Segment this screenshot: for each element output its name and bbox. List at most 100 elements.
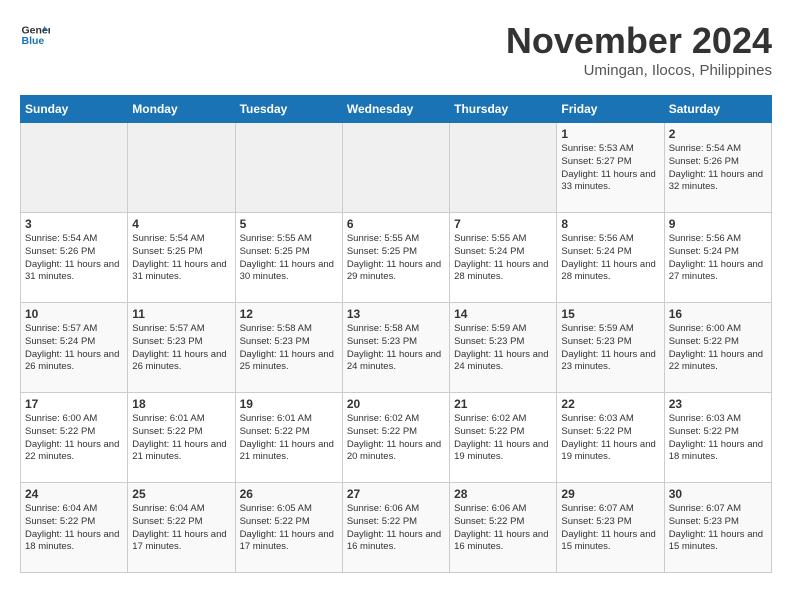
- calendar-cell: 3 Sunrise: 5:54 AMSunset: 5:26 PMDaylight…: [21, 213, 128, 303]
- calendar-week-row: 24Sunrise: 6:04 AMSunset: 5:22 PMDayligh…: [21, 483, 772, 573]
- cell-content: Sunrise: 5:55 AMSunset: 5:24 PMDaylight:…: [454, 233, 548, 282]
- calendar-cell: 4 Sunrise: 5:54 AMSunset: 5:25 PMDaylight…: [128, 213, 235, 303]
- day-number: 20: [347, 397, 445, 411]
- cell-content: Sunrise: 5:54 AMSunset: 5:25 PMDaylight:…: [132, 233, 226, 282]
- cell-content: Sunrise: 6:07 AMSunset: 5:23 PMDaylight:…: [669, 503, 763, 552]
- day-number: 15: [561, 307, 659, 321]
- day-number: 17: [25, 397, 123, 411]
- day-number: 6: [347, 217, 445, 231]
- cell-content: Sunrise: 6:01 AMSunset: 5:22 PMDaylight:…: [132, 413, 226, 462]
- day-number: 5: [240, 217, 338, 231]
- calendar-cell: 5 Sunrise: 5:55 AMSunset: 5:25 PMDaylight…: [235, 213, 342, 303]
- day-number: 27: [347, 487, 445, 501]
- calendar-cell: 12Sunrise: 5:58 AMSunset: 5:23 PMDayligh…: [235, 303, 342, 393]
- calendar-cell: 29 Sunrise: 6:07 AMSunset: 5:23 PMDayligh…: [557, 483, 664, 573]
- cell-content: Sunrise: 5:59 AMSunset: 5:23 PMDaylight:…: [454, 323, 548, 372]
- day-number: 26: [240, 487, 338, 501]
- day-number: 1: [561, 127, 659, 141]
- title-block: November 2024 Umingan, Ilocos, Philippin…: [506, 20, 772, 79]
- calendar-cell: 21 Sunrise: 6:02 AMSunset: 5:22 PMDayligh…: [450, 393, 557, 483]
- day-number: 3: [25, 217, 123, 231]
- calendar-cell: 8Sunrise: 5:56 AMSunset: 5:24 PMDaylight…: [557, 213, 664, 303]
- weekday-header: Sunday: [21, 96, 128, 123]
- cell-content: Sunrise: 5:55 AMSunset: 5:25 PMDaylight:…: [240, 233, 334, 282]
- day-number: 8: [561, 217, 659, 231]
- day-number: 19: [240, 397, 338, 411]
- logo: General Blue: [20, 20, 50, 50]
- calendar-cell: 9 Sunrise: 5:56 AMSunset: 5:24 PMDaylight…: [664, 213, 771, 303]
- calendar-cell: 26 Sunrise: 6:05 AMSunset: 5:22 PMDayligh…: [235, 483, 342, 573]
- calendar-cell: 2Sunrise: 5:54 AMSunset: 5:26 PMDaylight…: [664, 123, 771, 213]
- calendar-cell: [235, 123, 342, 213]
- calendar-cell: 14 Sunrise: 5:59 AMSunset: 5:23 PMDayligh…: [450, 303, 557, 393]
- cell-content: Sunrise: 5:54 AMSunset: 5:26 PMDaylight:…: [669, 143, 763, 192]
- day-number: 29: [561, 487, 659, 501]
- day-number: 21: [454, 397, 552, 411]
- calendar-cell: 18 Sunrise: 6:01 AMSunset: 5:22 PMDayligh…: [128, 393, 235, 483]
- calendar-cell: 7 Sunrise: 5:55 AMSunset: 5:24 PMDaylight…: [450, 213, 557, 303]
- calendar-cell: 20 Sunrise: 6:02 AMSunset: 5:22 PMDayligh…: [342, 393, 449, 483]
- weekday-header: Friday: [557, 96, 664, 123]
- cell-content: Sunrise: 6:06 AMSunset: 5:22 PMDaylight:…: [454, 503, 548, 552]
- calendar-cell: [128, 123, 235, 213]
- calendar-cell: [450, 123, 557, 213]
- calendar-cell: 10 Sunrise: 5:57 AMSunset: 5:24 PMDayligh…: [21, 303, 128, 393]
- calendar-cell: 16Sunrise: 6:00 AMSunset: 5:22 PMDayligh…: [664, 303, 771, 393]
- calendar-week-row: 10 Sunrise: 5:57 AMSunset: 5:24 PMDayligh…: [21, 303, 772, 393]
- day-number: 11: [132, 307, 230, 321]
- calendar-cell: [342, 123, 449, 213]
- cell-content: Sunrise: 5:53 AMSunset: 5:27 PMDaylight:…: [561, 143, 655, 192]
- cell-content: Sunrise: 5:56 AMSunset: 5:24 PMDaylight:…: [669, 233, 763, 282]
- calendar-week-row: 3 Sunrise: 5:54 AMSunset: 5:26 PMDaylight…: [21, 213, 772, 303]
- day-number: 13: [347, 307, 445, 321]
- calendar-cell: 17 Sunrise: 6:00 AMSunset: 5:22 PMDayligh…: [21, 393, 128, 483]
- cell-content: Sunrise: 5:54 AMSunset: 5:26 PMDaylight:…: [25, 233, 119, 282]
- calendar-cell: 24Sunrise: 6:04 AMSunset: 5:22 PMDayligh…: [21, 483, 128, 573]
- logo-icon: General Blue: [20, 20, 50, 50]
- weekday-header: Thursday: [450, 96, 557, 123]
- calendar-cell: 27 Sunrise: 6:06 AMSunset: 5:22 PMDayligh…: [342, 483, 449, 573]
- day-number: 28: [454, 487, 552, 501]
- day-number: 22: [561, 397, 659, 411]
- cell-content: Sunrise: 6:01 AMSunset: 5:22 PMDaylight:…: [240, 413, 334, 462]
- cell-content: Sunrise: 5:55 AMSunset: 5:25 PMDaylight:…: [347, 233, 441, 282]
- calendar-cell: 11 Sunrise: 5:57 AMSunset: 5:23 PMDayligh…: [128, 303, 235, 393]
- weekday-header: Tuesday: [235, 96, 342, 123]
- calendar-cell: 13 Sunrise: 5:58 AMSunset: 5:23 PMDayligh…: [342, 303, 449, 393]
- day-number: 14: [454, 307, 552, 321]
- day-number: 23: [669, 397, 767, 411]
- month-year-title: November 2024: [506, 20, 772, 62]
- cell-content: Sunrise: 5:57 AMSunset: 5:24 PMDaylight:…: [25, 323, 119, 372]
- cell-content: Sunrise: 5:57 AMSunset: 5:23 PMDaylight:…: [132, 323, 226, 372]
- day-number: 25: [132, 487, 230, 501]
- weekday-header: Monday: [128, 96, 235, 123]
- day-number: 7: [454, 217, 552, 231]
- cell-content: Sunrise: 5:59 AMSunset: 5:23 PMDaylight:…: [561, 323, 655, 372]
- calendar-cell: 1 Sunrise: 5:53 AMSunset: 5:27 PMDaylight…: [557, 123, 664, 213]
- cell-content: Sunrise: 5:58 AMSunset: 5:23 PMDaylight:…: [347, 323, 441, 372]
- day-number: 12: [240, 307, 338, 321]
- day-number: 9: [669, 217, 767, 231]
- cell-content: Sunrise: 6:00 AMSunset: 5:22 PMDaylight:…: [25, 413, 119, 462]
- cell-content: Sunrise: 6:07 AMSunset: 5:23 PMDaylight:…: [561, 503, 655, 552]
- calendar-cell: 22Sunrise: 6:03 AMSunset: 5:22 PMDayligh…: [557, 393, 664, 483]
- cell-content: Sunrise: 6:05 AMSunset: 5:22 PMDaylight:…: [240, 503, 334, 552]
- calendar-cell: 30Sunrise: 6:07 AMSunset: 5:23 PMDayligh…: [664, 483, 771, 573]
- weekday-header: Wednesday: [342, 96, 449, 123]
- day-number: 4: [132, 217, 230, 231]
- calendar-cell: 19 Sunrise: 6:01 AMSunset: 5:22 PMDayligh…: [235, 393, 342, 483]
- svg-text:Blue: Blue: [22, 35, 45, 47]
- day-number: 10: [25, 307, 123, 321]
- cell-content: Sunrise: 6:02 AMSunset: 5:22 PMDaylight:…: [347, 413, 441, 462]
- cell-content: Sunrise: 6:06 AMSunset: 5:22 PMDaylight:…: [347, 503, 441, 552]
- calendar-table: SundayMondayTuesdayWednesdayThursdayFrid…: [20, 95, 772, 573]
- day-number: 18: [132, 397, 230, 411]
- calendar-cell: 25Sunrise: 6:04 AMSunset: 5:22 PMDayligh…: [128, 483, 235, 573]
- calendar-cell: [21, 123, 128, 213]
- calendar-cell: 6 Sunrise: 5:55 AMSunset: 5:25 PMDaylight…: [342, 213, 449, 303]
- calendar-cell: 23 Sunrise: 6:03 AMSunset: 5:22 PMDayligh…: [664, 393, 771, 483]
- cell-content: Sunrise: 6:02 AMSunset: 5:22 PMDaylight:…: [454, 413, 548, 462]
- calendar-week-row: 1 Sunrise: 5:53 AMSunset: 5:27 PMDaylight…: [21, 123, 772, 213]
- cell-content: Sunrise: 6:03 AMSunset: 5:22 PMDaylight:…: [669, 413, 763, 462]
- weekday-header: Saturday: [664, 96, 771, 123]
